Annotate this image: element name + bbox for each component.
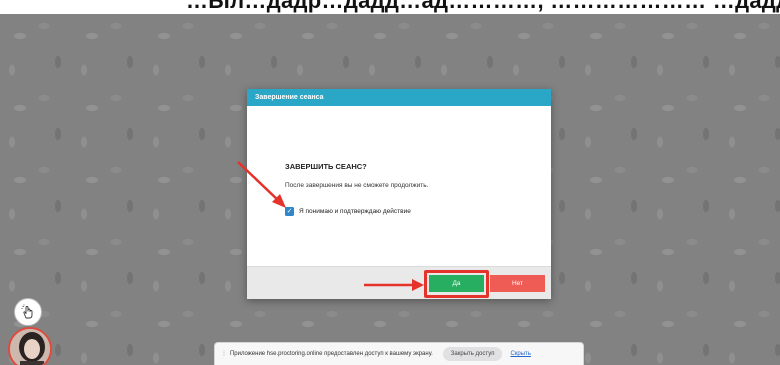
arrow-to-yes-button xyxy=(364,279,424,291)
confirm-checkbox-label[interactable]: Я понимаю и подтверждаю действие xyxy=(299,208,411,215)
no-button[interactable]: Нет xyxy=(490,275,545,292)
stop-sharing-button[interactable]: Закрыть доступ xyxy=(442,347,503,361)
top-caption-strip: …Ыл…дадр…дадд…ад…………, ………………… …дадд xyxy=(0,0,780,14)
dialog-title: ЗАВЕРШИТЬ СЕАНС? xyxy=(285,162,367,171)
user-avatar[interactable] xyxy=(8,327,52,365)
end-session-dialog: Завершение сеанса ЗАВЕРШИТЬ СЕАНС? После… xyxy=(247,89,551,299)
top-caption: …Ыл…дадр…дадд…ад…………, ………………… …дадд xyxy=(186,0,780,13)
dialog-body: ЗАВЕРШИТЬ СЕАНС? После завершения вы не … xyxy=(247,106,551,266)
arrow-to-checkbox xyxy=(237,161,286,208)
dialog-header: Завершение сеанса xyxy=(247,89,551,106)
screen-share-bar: ⁞ Приложение hse.proctoring.online предо… xyxy=(214,342,584,365)
yes-button-highlight-box xyxy=(424,270,489,298)
avatar-image xyxy=(10,329,50,365)
raise-hand-icon xyxy=(21,304,33,319)
raise-hand-button[interactable] xyxy=(14,298,42,326)
confirm-checkbox-row[interactable]: ✓ Я понимаю и подтверждаю действие xyxy=(285,207,411,216)
hide-link[interactable]: Скрыть xyxy=(510,351,530,357)
dialog-message: После завершения вы не сможете продолжит… xyxy=(285,182,429,189)
screen-share-message: Приложение hse.proctoring.online предост… xyxy=(229,351,433,357)
drag-handle-icon[interactable]: ⁞ xyxy=(223,351,225,358)
